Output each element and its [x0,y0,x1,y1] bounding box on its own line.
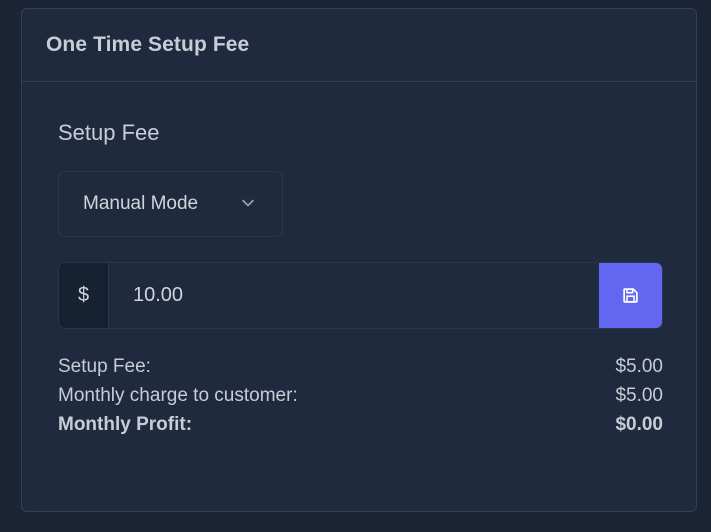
summary-row-monthly-profit: Monthly Profit: $0.00 [58,410,663,439]
setup-fee-input-group: $ [58,262,663,329]
summary-label: Monthly charge to customer: [58,385,298,406]
summary-value: $5.00 [615,356,663,377]
summary-row-setup-fee: Setup Fee: $5.00 [58,352,663,381]
section-title: Setup Fee [58,120,160,145]
summary-value: $0.00 [615,414,663,435]
floppy-disk-icon [623,288,638,303]
summary-value: $5.00 [615,385,663,406]
summary-row-monthly-charge: Monthly charge to customer: $5.00 [58,381,663,410]
setup-fee-input[interactable] [109,263,599,328]
currency-prefix: $ [59,263,109,328]
mode-select[interactable]: Manual Mode [58,171,283,237]
summary-label: Setup Fee: [58,356,151,377]
setup-fee-card: One Time Setup Fee Setup Fee Manual Mode… [21,8,697,512]
mode-select-value: Manual Mode [83,193,199,214]
fee-summary: Setup Fee: $5.00 Monthly charge to custo… [58,352,663,439]
summary-label: Monthly Profit: [58,414,193,435]
card-header: One Time Setup Fee [22,9,696,82]
chevron-down-icon [242,199,254,207]
card-title: One Time Setup Fee [46,33,250,56]
save-button[interactable] [599,263,662,328]
